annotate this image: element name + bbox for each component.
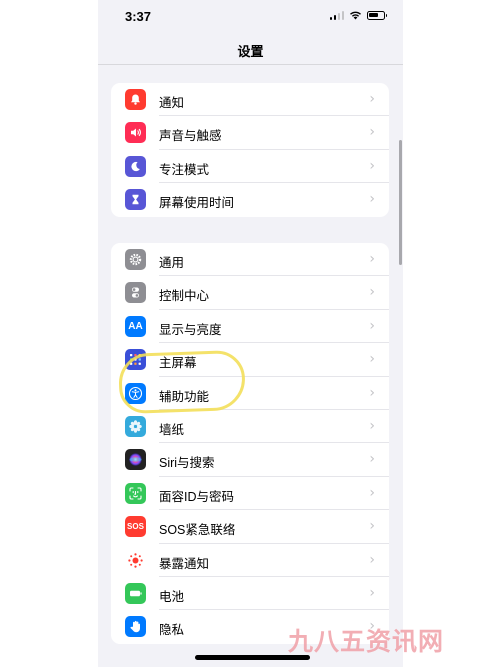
settings-row[interactable]: 专注模式 ›	[111, 150, 389, 184]
settings-row-label: 通用	[159, 256, 185, 270]
siri-icon	[125, 449, 146, 471]
highlight-circle	[117, 349, 247, 415]
chevron-right-icon: ›	[369, 584, 375, 601]
settings-row[interactable]: AA 显示与亮度 ›	[111, 310, 389, 344]
settings-row-label: 显示与亮度	[159, 322, 222, 337]
settings-screen: 3:37 设置 通知 › 声音与触感 › 专注模式 › 屏幕使用时间 › 通用 › 控制中心 › AA…	[98, 0, 403, 667]
settings-row[interactable]: 通知 ›	[111, 83, 389, 117]
chevron-right-icon: ›	[369, 351, 375, 368]
watermark: 九八五资讯网	[288, 627, 445, 656]
settings-row[interactable]: 控制中心 ›	[111, 276, 389, 310]
settings-row[interactable]: 暴露通知 ›	[111, 544, 389, 577]
settings-row-label: SOS紧急联络	[159, 523, 236, 538]
chevron-right-icon: ›	[369, 157, 375, 174]
chevron-right-icon: ›	[369, 191, 375, 208]
settings-row[interactable]: Siri与搜索 ›	[111, 443, 389, 477]
chevron-right-icon: ›	[369, 91, 375, 107]
right-margin	[403, 0, 500, 667]
chevron-right-icon: ›	[369, 518, 375, 535]
settings-row[interactable]: 声音与触感 ›	[111, 116, 389, 150]
settings-row[interactable]: 屏幕使用时间 ›	[111, 183, 389, 216]
chevron-right-icon: ›	[369, 384, 375, 401]
settings-row-label: 专注模式	[159, 162, 210, 177]
settings-row[interactable]: 通用 ›	[111, 243, 389, 277]
bell-icon	[125, 89, 146, 110]
settings-group-2: 通用 › 控制中心 › AA 显示与亮度 › 主屏幕 › 辅助功能 › 墙纸 › Siri与搜索 › 面容ID…	[111, 243, 389, 644]
scrollbar[interactable]	[399, 140, 402, 265]
settings-row-label: 暴露通知	[159, 556, 210, 571]
settings-row[interactable]: 墙纸 ›	[111, 410, 389, 444]
chevron-right-icon: ›	[369, 417, 375, 434]
chevron-right-icon: ›	[369, 317, 375, 334]
exposure-icon	[125, 549, 146, 571]
text-size-icon: AA	[125, 315, 146, 337]
battery-icon	[125, 582, 146, 604]
chevron-right-icon: ›	[369, 551, 375, 568]
chevron-right-icon: ›	[369, 284, 375, 301]
flower-icon	[125, 415, 146, 437]
settings-row-label: 墙纸	[159, 422, 185, 437]
sos-icon: SOS	[125, 516, 146, 538]
settings-group-1: 通知 › 声音与触感 › 专注模式 › 屏幕使用时间 ›	[111, 83, 389, 217]
settings-row-label: Siri与搜索	[159, 456, 215, 471]
nav-divider	[98, 64, 403, 65]
settings-row-label: 通知	[159, 96, 185, 110]
settings-row-label: 电池	[159, 589, 185, 604]
settings-row-label: 声音与触感	[159, 129, 222, 144]
moon-icon	[125, 155, 146, 177]
page-title: 设置	[237, 44, 264, 59]
status-icons	[329, 10, 387, 20]
hand-icon	[125, 616, 146, 638]
cellular-signal-icon	[329, 10, 344, 20]
settings-row-label: 隐私	[159, 623, 185, 638]
settings-row-label: 控制中心	[159, 289, 210, 304]
battery-status-icon	[367, 10, 387, 20]
settings-row[interactable]: 电池 ›	[111, 577, 389, 611]
home-indicator[interactable]	[195, 655, 310, 660]
settings-row[interactable]: SOS SOS紧急联络 ›	[111, 510, 389, 544]
face-id-icon	[125, 482, 146, 504]
chevron-right-icon: ›	[369, 251, 375, 267]
gear-icon	[125, 249, 146, 270]
status-time: 3:37	[125, 9, 152, 24]
chevron-right-icon: ›	[369, 451, 375, 468]
chevron-right-icon: ›	[369, 124, 375, 141]
chevron-right-icon: ›	[369, 484, 375, 501]
speaker-icon	[125, 122, 146, 144]
wifi-icon	[350, 11, 361, 20]
settings-row-label: 屏幕使用时间	[159, 196, 235, 211]
toggles-icon	[125, 282, 146, 304]
settings-row-label: 面容ID与密码	[159, 489, 235, 504]
settings-row[interactable]: 面容ID与密码 ›	[111, 477, 389, 511]
left-margin	[0, 0, 98, 667]
hourglass-icon	[125, 189, 146, 211]
status-bar: 3:37	[98, 0, 403, 32]
